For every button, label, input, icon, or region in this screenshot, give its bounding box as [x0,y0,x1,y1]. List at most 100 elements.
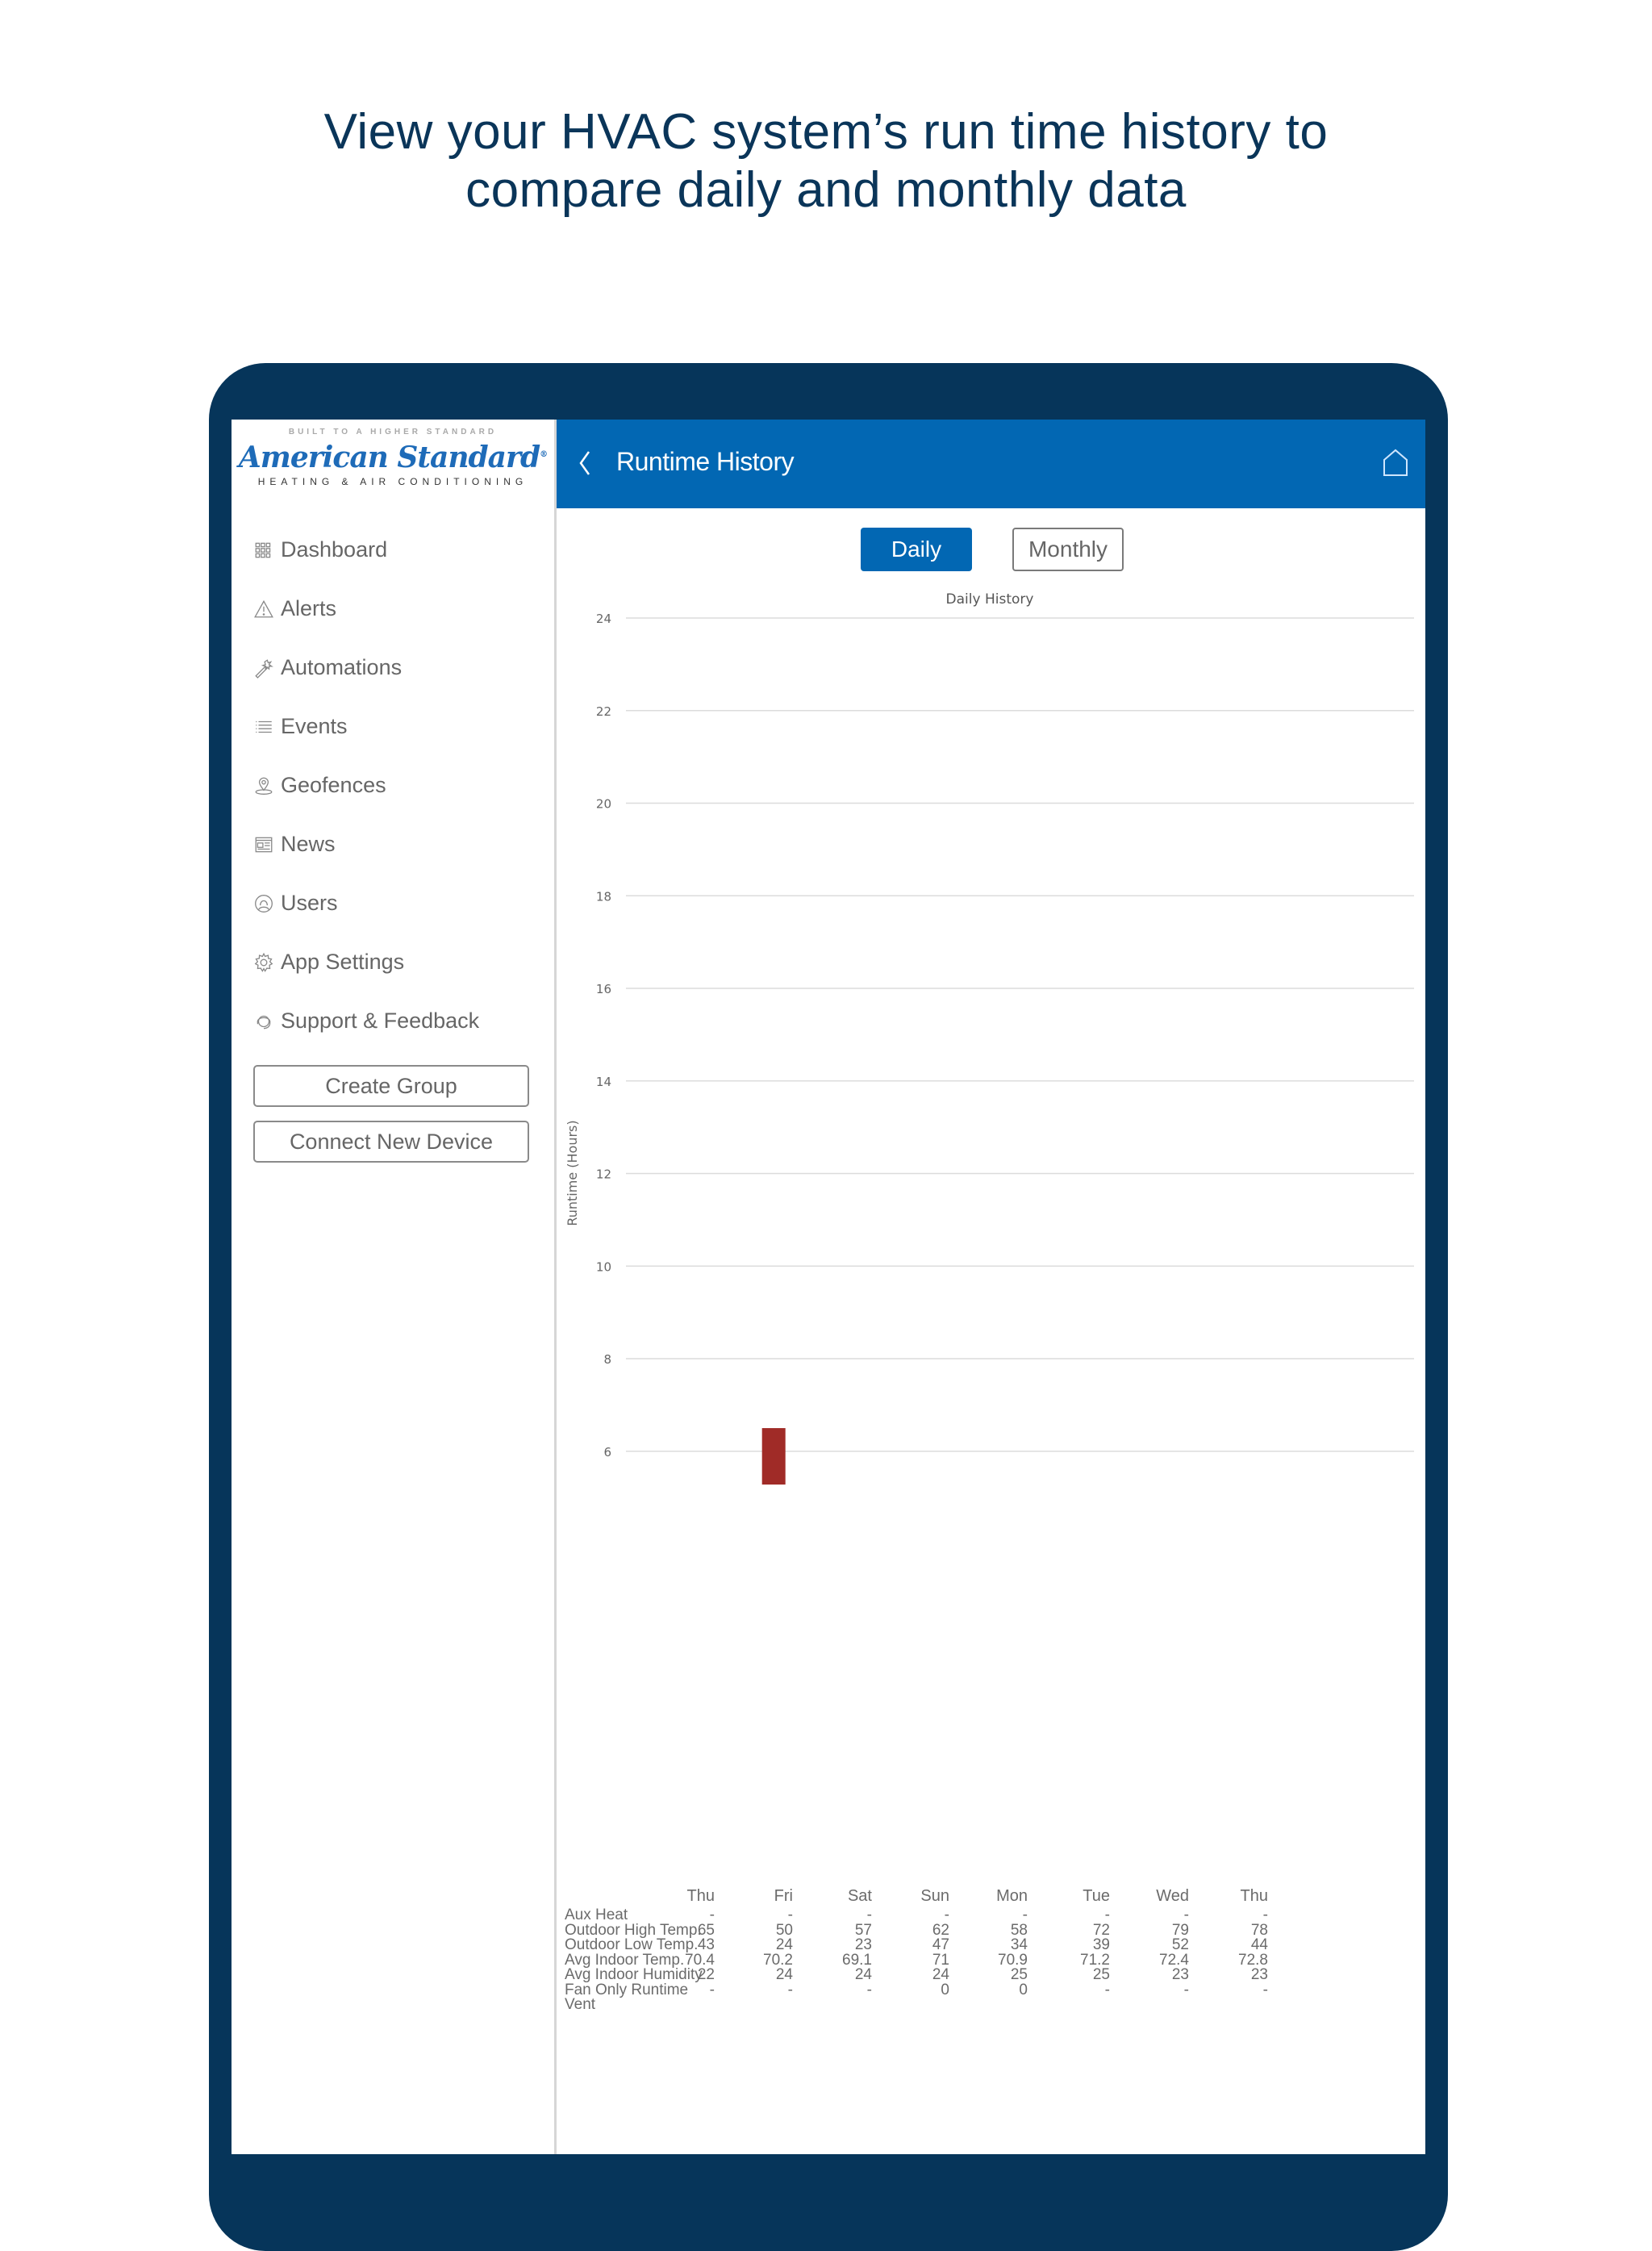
marketing-headline: View your HVAC system’s run time history… [0,103,1652,219]
table-cell: - [1104,1906,1110,1923]
sidebar-item-support-feedback[interactable]: Support & Feedback [253,992,544,1050]
table-column-header: Sat [847,1887,872,1905]
y-axis-label: Runtime (Hours) [565,1120,580,1226]
sidebar-item-app-settings[interactable]: App Settings [253,933,544,992]
table-cell: 0 [1019,1981,1028,1998]
chart-title: Daily History [946,591,1034,608]
home-icon[interactable] [1382,449,1409,478]
table-row: Fan Only Runtime - - -0 0- - - [565,1981,1420,1998]
sidebar-item-users[interactable]: Users [253,874,544,933]
sidebar-nav: Dashboard Alerts Automations Events Geof… [253,520,544,1050]
table-cell: - [1262,1906,1268,1923]
sidebar-item-label: Events [281,714,348,738]
table-cell: 24 [854,1966,872,1983]
gear-icon [254,952,273,972]
sidebar: BUILT TO A HIGHER STANDARD American Stan… [232,420,557,2154]
table-column-header: Sun [920,1887,949,1905]
sidebar-item-label: News [281,832,336,856]
logo-brand-text: American Standard [238,441,540,474]
newspaper-icon [255,837,273,852]
table-cell: - [709,1981,715,1998]
app-header: Runtime History [557,420,1425,508]
sidebar-item-events[interactable]: Events [253,697,544,756]
create-group-button[interactable]: Create Group [253,1065,529,1107]
table-cell: 25 [1092,1966,1110,1983]
table-cell: 23 [1171,1966,1189,1983]
sidebar-item-label: Users [281,891,338,915]
table-cell: - [866,1981,872,1998]
brand-logo: BUILT TO A HIGHER STANDARD American Stan… [232,428,554,508]
table-cell: 22 [697,1966,715,1983]
table-cell: - [1104,1981,1110,1998]
table-cell: 24 [775,1936,793,1953]
tab-daily[interactable]: Daily [861,528,972,571]
sidebar-item-news[interactable]: News [253,815,544,874]
sidebar-item-alerts[interactable]: Alerts [253,579,544,638]
sidebar-item-geofences[interactable]: Geofences [253,756,544,815]
sidebar-item-label: Alerts [281,596,337,620]
table-cell: - [944,1906,949,1923]
runtime-chart: Daily History Runtime (Hours) 0246810121… [565,591,1414,1485]
headline-line-2: compare daily and monthly data [465,162,1187,218]
table-row-label: Aux Heat [565,1906,628,1923]
table-cell: - [1262,1981,1268,1998]
table-column-header: Thu [1240,1887,1268,1905]
table-column-header: Tue [1083,1887,1110,1905]
warning-icon [254,599,273,617]
table-cell: - [1183,1981,1189,1998]
table-column-header: Thu [686,1887,715,1905]
sidebar-item-automations[interactable]: Automations [253,638,544,697]
table-row: Vent [565,1996,1420,2013]
y-tick-label: 12 [596,1167,611,1182]
page-title: Runtime History [616,447,795,476]
bar-heat [761,1428,786,1485]
table-cell: 25 [1010,1966,1028,1983]
logo-subline: HEATING & AIR CONDITIONING [257,476,528,487]
chevron-left-icon[interactable] [574,447,599,479]
logo-wordmark: American Standard® [232,436,554,476]
table-cell: - [1183,1906,1189,1923]
list-icon [256,720,272,733]
table-cell: 39 [1092,1936,1110,1953]
grid-icon [255,542,271,558]
y-tick-label: 22 [596,704,611,719]
sidebar-item-label: Automations [281,655,403,679]
y-tick-label: 14 [596,1075,611,1089]
magic-wand-icon [255,658,273,679]
app-screen: BUILT TO A HIGHER STANDARD American Stan… [232,420,1425,2154]
y-tick-label: 10 [596,1259,611,1274]
sidebar-item-label: Geofences [281,773,386,797]
table-row: Avg Indoor Humidity 22 24 24 24 25 25 23 23 [565,1966,1420,1983]
table-cell: 23 [1250,1966,1268,1983]
connect-new-device-button[interactable]: Connect New Device [253,1121,529,1163]
main-content: Runtime History Daily Monthly Daily Hist… [557,420,1425,2154]
y-tick-label: 16 [596,982,611,996]
sidebar-item-label: Dashboard [281,537,388,562]
table-cell: - [787,1981,793,1998]
table-column-header: Fri [774,1887,793,1905]
sidebar-item-dashboard[interactable]: Dashboard [253,520,544,579]
y-tick-label: 18 [596,889,611,904]
table-column-header: Mon [996,1887,1028,1905]
y-tick-label: 24 [596,612,611,626]
sidebar-item-label: App Settings [281,950,405,974]
user-icon [255,894,273,913]
table-cell: - [787,1906,793,1923]
tab-monthly[interactable]: Monthly [1012,528,1124,571]
table-row-label: Vent [565,1996,596,2013]
table-cell: - [1022,1906,1028,1923]
y-tick-label: 6 [603,1445,611,1460]
registered-mark: ® [540,450,548,459]
table-cell: 43 [697,1936,715,1953]
table-cell: - [866,1906,872,1923]
sidebar-item-label: Support & Feedback [281,1009,480,1033]
table-header-row: Thu Fri Sat Sun Mon Tue Wed Thu [565,1884,1420,1908]
table-cell: 24 [775,1966,793,1983]
daily-stats-table: Thu Fri Sat Sun Mon Tue Wed Thu Aux Heat - - - - - - - -… [565,1884,1420,2013]
logo-tagline: BUILT TO A HIGHER STANDARD [288,428,498,436]
y-tick-label: 8 [603,1352,611,1367]
table-cell: 24 [932,1966,949,1983]
table-cell: 23 [854,1936,872,1953]
location-pin-icon [255,777,273,795]
y-tick-label: 20 [596,797,611,812]
